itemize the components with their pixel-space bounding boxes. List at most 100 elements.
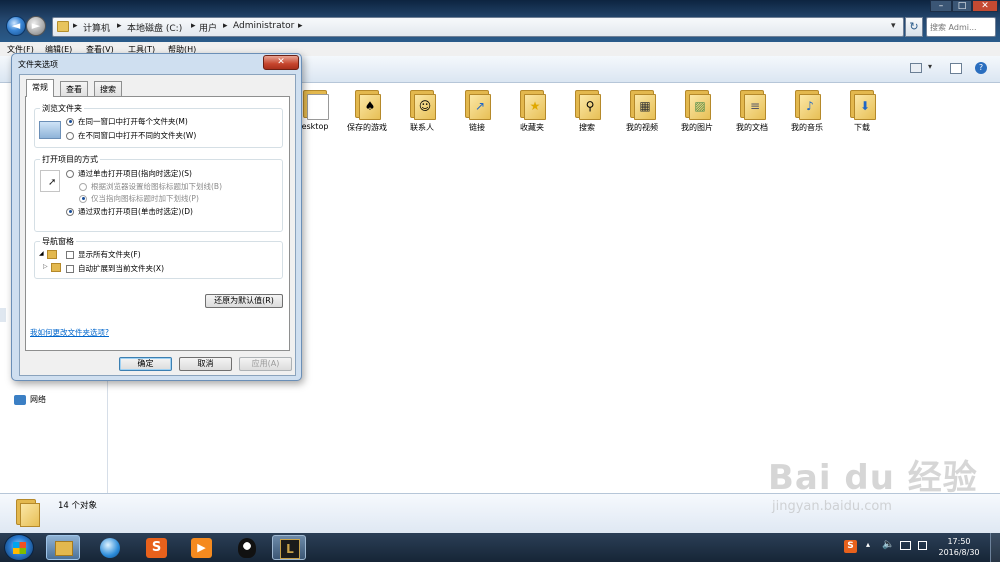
start-button[interactable]	[4, 534, 34, 561]
contacts-folder-icon: ☺	[408, 88, 436, 120]
downloads-folder-icon: ⬇	[848, 88, 876, 120]
radio-button[interactable]	[66, 131, 74, 140]
checkbox[interactable]	[66, 264, 74, 273]
action-center-icon[interactable]	[918, 541, 927, 550]
taskbar-game[interactable]: L	[272, 535, 306, 560]
open-same-window-option[interactable]: 在同一窗口中打开每个文件夹(M)	[66, 116, 188, 127]
breadcrumb-computer[interactable]: 计算机	[83, 21, 110, 34]
open-new-window-option[interactable]: 在不同窗口中打开不同的文件夹(W)	[66, 130, 196, 141]
minimize-button[interactable]: –	[930, 0, 952, 12]
taskbar-explorer[interactable]	[46, 535, 80, 560]
taskbar-ie[interactable]	[93, 535, 127, 560]
folder-item[interactable]: ⚲ 搜索	[565, 88, 609, 133]
pictures-folder-icon: ▨	[683, 88, 711, 120]
breadcrumb-users[interactable]: 用户	[199, 21, 217, 34]
show-desktop-button[interactable]	[990, 533, 1000, 562]
folder-item[interactable]: ♠ 保存的游戏	[345, 88, 389, 133]
watermark-url: jingyan.baidu.com	[772, 499, 892, 514]
underline-browser-option[interactable]: 根据浏览器设置给图标标题加下划线(B)	[79, 181, 222, 192]
views-icon[interactable]	[910, 63, 922, 73]
favorites-folder-icon: ★	[518, 88, 546, 120]
underline-hover-option[interactable]: 仅当指向图标标题时加下划线(P)	[79, 193, 199, 204]
help-link[interactable]: 我如何更改文件夹选项?	[30, 327, 109, 338]
radio-button[interactable]	[66, 207, 74, 216]
double-click-option[interactable]: 通过双击打开项目(单击时选定)(D)	[66, 206, 193, 217]
taskbar-player[interactable]: ▶	[185, 535, 219, 560]
network-icon	[14, 395, 26, 405]
nav-folder-icon	[51, 263, 61, 272]
folder-item[interactable]: ≡ 我的文档	[730, 88, 774, 133]
folder-icon	[16, 499, 40, 527]
close-window-button[interactable]: ✕	[972, 0, 998, 12]
clock-date: 2016/8/30	[938, 548, 980, 557]
folder-item[interactable]: ⬇ 下载	[840, 88, 884, 133]
close-icon: ✕	[277, 57, 285, 67]
navigation-pane-title: 导航窗格	[40, 236, 76, 247]
network-tray-icon[interactable]	[900, 541, 911, 550]
address-dropdown-icon[interactable]: ▾	[891, 21, 896, 31]
folder-item[interactable]: ♪ 我的音乐	[785, 88, 829, 133]
ie-icon	[100, 538, 120, 558]
preview-pane-icon[interactable]	[950, 63, 962, 74]
folder-item[interactable]: ▦ 我的视频	[620, 88, 664, 133]
tree-expanded-icon: ◢	[39, 250, 44, 257]
apply-button[interactable]: 应用(A)	[239, 357, 292, 371]
tab-search[interactable]: 搜索	[94, 81, 122, 96]
views-dropdown-icon[interactable]: ▾	[928, 62, 932, 71]
tab-general[interactable]: 常规	[26, 79, 54, 97]
window-titlebar: ◄ ► ▸ 计算机 ▸ 本地磁盘 (C:) ▸ 用户 ▸ Administrat…	[0, 0, 1000, 42]
music-folder-icon: ♪	[793, 88, 821, 120]
radio-button[interactable]	[79, 182, 87, 191]
pointer-icon: ➚	[40, 170, 60, 192]
single-click-option[interactable]: 通过单击打开项目(指向时选定)(S)	[66, 168, 192, 179]
baidu-watermark: Bai du 经验 jingyan.baidu.com	[768, 450, 978, 514]
media-player-icon: ▶	[191, 538, 212, 558]
restore-defaults-button[interactable]: 还原为默认值(R)	[205, 294, 283, 308]
cancel-button[interactable]: 取消	[179, 357, 232, 371]
nav-network[interactable]: 网络	[30, 394, 46, 405]
radio-button[interactable]	[79, 194, 87, 203]
folder-item[interactable]: ★ 收藏夹	[510, 88, 554, 133]
browse-folders-title: 浏览文件夹	[40, 103, 84, 114]
breadcrumb-drive-c[interactable]: 本地磁盘 (C:)	[127, 21, 182, 34]
back-arrow-icon: ◄	[11, 19, 21, 32]
folder-icon	[57, 21, 69, 32]
help-icon[interactable]: ?	[975, 62, 987, 74]
address-bar[interactable]: ▸ 计算机 ▸ 本地磁盘 (C:) ▸ 用户 ▸ Administrator ▸…	[52, 17, 904, 37]
folder-item[interactable]: ↗ 链接	[455, 88, 499, 133]
auto-expand-option[interactable]: 自动扩展到当前文件夹(X)	[66, 263, 164, 274]
volume-icon[interactable]: 🔈	[882, 539, 894, 550]
taskbar-sogou[interactable]: S	[140, 535, 174, 560]
checkbox[interactable]	[66, 250, 74, 259]
radio-button[interactable]	[66, 117, 74, 126]
maximize-button[interactable]: □	[952, 0, 972, 12]
clock[interactable]: 17:50 2016/8/30	[938, 536, 980, 558]
game-icon: L	[280, 539, 300, 559]
sogou-tray-icon[interactable]: S	[844, 540, 857, 553]
address-separator-icon: ▸	[223, 21, 228, 31]
searches-folder-icon: ⚲	[573, 88, 601, 120]
folder-item[interactable]: ☺ 联系人	[400, 88, 444, 133]
show-all-folders-option[interactable]: 显示所有文件夹(F)	[66, 249, 141, 260]
dialog-close-button[interactable]: ✕	[263, 55, 299, 70]
folder-item[interactable]: ▨ 我的图片	[675, 88, 719, 133]
taskbar-qq[interactable]	[230, 535, 264, 560]
search-input[interactable]: 搜索 Admi...	[926, 17, 996, 37]
links-folder-icon: ↗	[463, 88, 491, 120]
browse-folders-group: 浏览文件夹 在同一窗口中打开每个文件夹(M) 在不同窗口中打开不同的文件夹(W)	[34, 103, 283, 148]
tab-view[interactable]: 查看	[60, 81, 88, 96]
folder-options-dialog: 文件夹选项 ✕ 常规 查看 搜索 浏览文件夹 在同一窗口中打开每个文件夹(M) …	[11, 53, 302, 381]
radio-button[interactable]	[66, 169, 74, 178]
forward-arrow-icon: ►	[31, 19, 41, 32]
address-separator-icon: ▸	[117, 21, 122, 31]
tray-expand-icon[interactable]: ▴	[866, 540, 870, 549]
breadcrumb-administrator[interactable]: Administrator	[233, 21, 294, 31]
videos-folder-icon: ▦	[628, 88, 656, 120]
tab-panel-general: 浏览文件夹 在同一窗口中打开每个文件夹(M) 在不同窗口中打开不同的文件夹(W)…	[25, 96, 290, 351]
refresh-button[interactable]: ↻	[905, 17, 923, 37]
back-button[interactable]: ◄	[6, 16, 26, 36]
clock-time: 17:50	[947, 537, 971, 546]
ok-button[interactable]: 确定	[119, 357, 172, 371]
forward-button[interactable]: ►	[26, 16, 46, 36]
splitter-handle[interactable]	[0, 308, 6, 322]
